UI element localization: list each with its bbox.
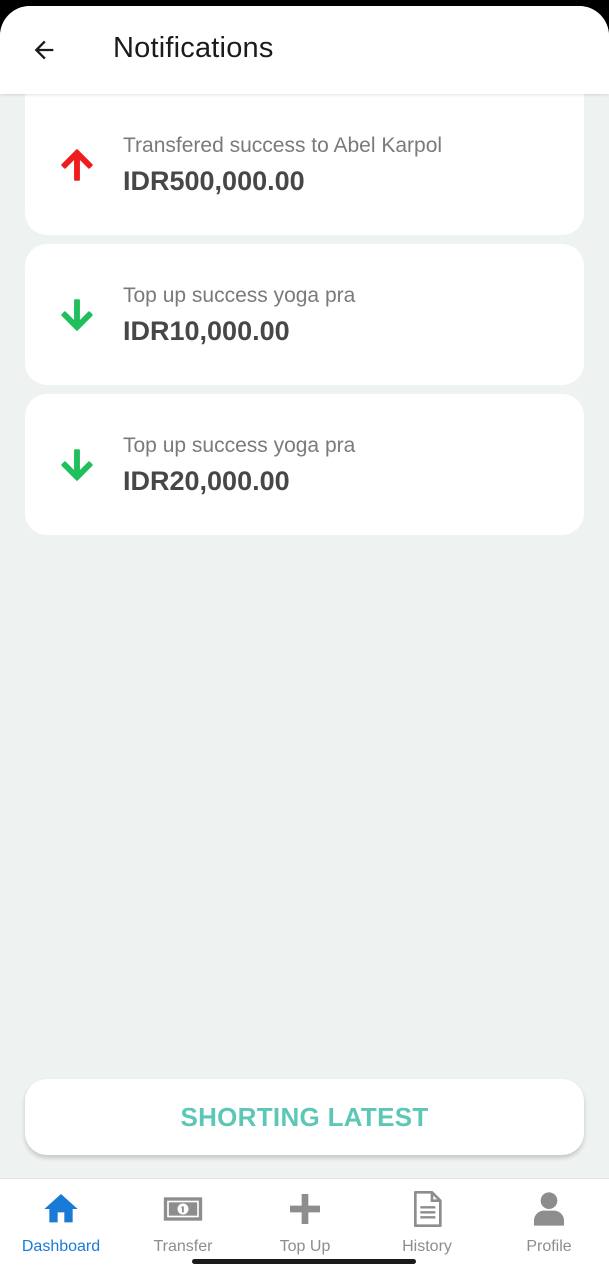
notification-card[interactable]: Top up success yoga pra IDR20,000.00: [25, 394, 584, 535]
notifications-screen: Notifications Transfered success to Abel…: [0, 6, 609, 1280]
nav-label: Transfer: [153, 1238, 213, 1255]
nav-label: Dashboard: [21, 1238, 101, 1255]
arrow-up-icon: [61, 148, 93, 181]
notification-list: Transfered success to Abel Karpol IDR500…: [25, 94, 584, 544]
nav-item-dashboard[interactable]: Dashboard: [0, 1179, 122, 1275]
document-icon: [414, 1191, 442, 1227]
arrow-left-icon: [34, 40, 54, 60]
plus-icon: [290, 1194, 320, 1224]
user-icon: [534, 1192, 564, 1226]
notification-message: Top up success yoga pra: [123, 284, 356, 307]
notification-message: Top up success yoga pra: [123, 434, 356, 457]
notification-amount: IDR500,000.00: [123, 166, 305, 196]
notification-card[interactable]: Top up success yoga pra IDR10,000.00: [25, 244, 584, 385]
app-bar: Notifications: [0, 6, 609, 94]
notification-message: Transfered success to Abel Karpol: [123, 134, 443, 157]
home-indicator: [192, 1259, 416, 1264]
nav-label: Top Up: [279, 1238, 331, 1255]
banknote-icon: [163, 1197, 203, 1221]
nav-item-profile[interactable]: Profile: [488, 1179, 609, 1275]
home-icon: [44, 1194, 78, 1223]
nav-label: History: [402, 1238, 452, 1255]
nav-label: Profile: [526, 1238, 572, 1255]
sort-latest-button[interactable]: SHORTING LATEST: [25, 1079, 584, 1155]
back-button[interactable]: [24, 30, 64, 70]
bottom-nav: Dashboard Transfer Top Up History Profil…: [0, 1178, 609, 1280]
arrow-down-icon: [61, 298, 93, 331]
notification-card[interactable]: Transfered success to Abel Karpol IDR500…: [25, 94, 584, 235]
page-title: Notifications: [113, 32, 274, 64]
notification-amount: IDR20,000.00: [123, 466, 290, 496]
arrow-down-icon: [61, 448, 93, 481]
sort-button-label: SHORTING LATEST: [180, 1101, 429, 1132]
notification-amount: IDR10,000.00: [123, 316, 290, 346]
